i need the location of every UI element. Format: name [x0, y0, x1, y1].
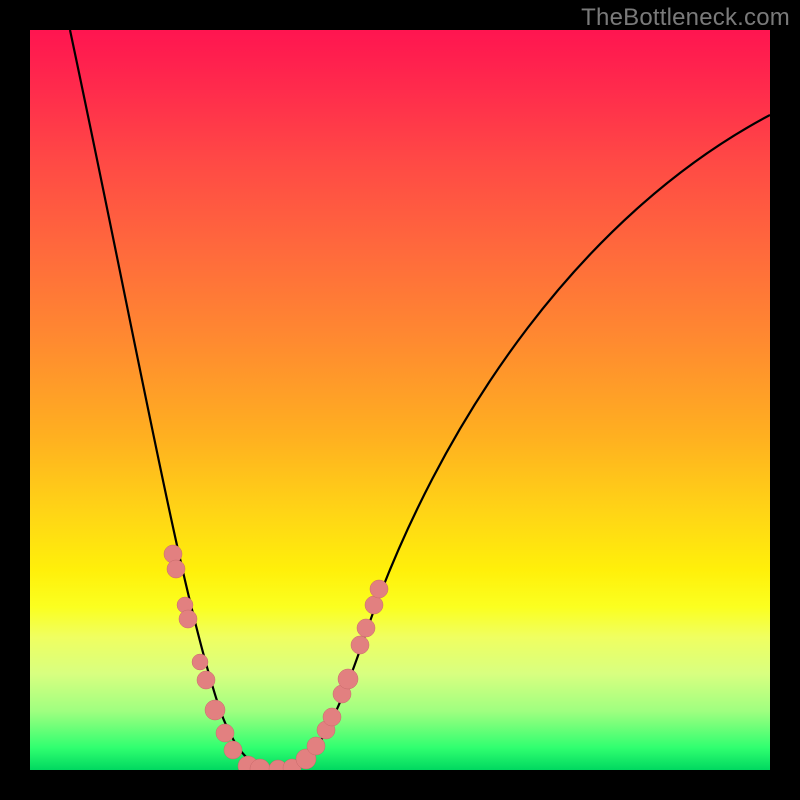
bottleneck-curve	[70, 30, 770, 770]
curve-marker	[192, 654, 208, 670]
curve-marker	[365, 596, 383, 614]
curve-marker	[338, 669, 358, 689]
curve-marker	[197, 671, 215, 689]
watermark-text: TheBottleneck.com	[581, 4, 790, 32]
curve-marker	[205, 700, 225, 720]
curve-marker	[216, 724, 234, 742]
chart-frame: TheBottleneck.com	[0, 0, 800, 800]
curve-marker	[351, 636, 369, 654]
curve-marker	[179, 610, 197, 628]
curve-markers	[164, 545, 388, 770]
chart-svg	[30, 30, 770, 770]
curve-marker	[370, 580, 388, 598]
curve-marker	[167, 560, 185, 578]
curve-marker	[357, 619, 375, 637]
curve-marker	[224, 741, 242, 759]
curve-marker	[323, 708, 341, 726]
curve-marker	[307, 737, 325, 755]
